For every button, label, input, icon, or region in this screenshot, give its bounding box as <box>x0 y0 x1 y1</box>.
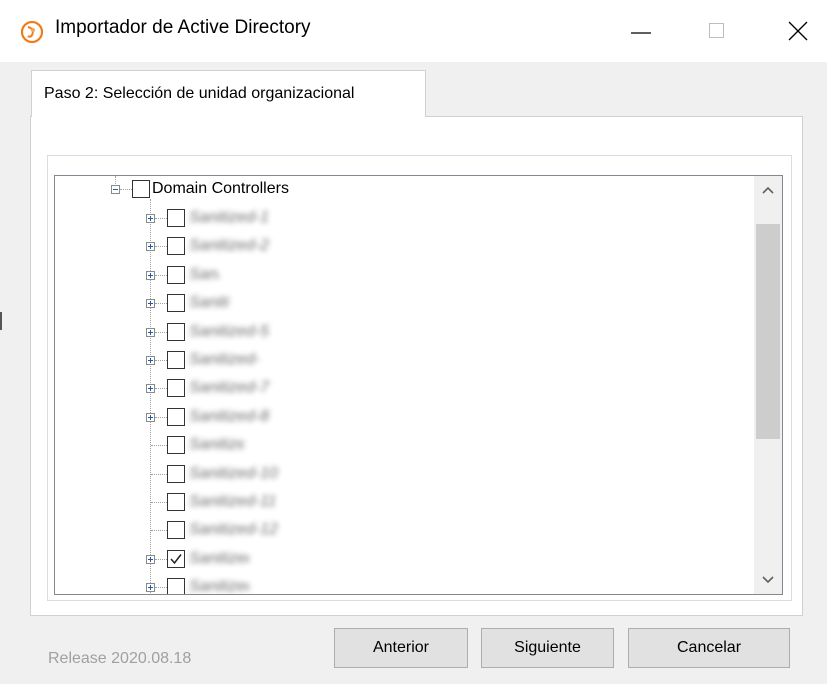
expand-icon[interactable] <box>146 356 155 365</box>
expand-icon[interactable] <box>146 242 155 251</box>
tree-line <box>155 388 167 389</box>
node-label: Sanitized-10 <box>189 465 278 482</box>
tab-step-2[interactable]: Paso 2: Selección de unidad organizacion… <box>31 70 426 117</box>
minimize-icon <box>631 32 651 34</box>
close-button[interactable] <box>767 0 827 62</box>
tree-line <box>151 502 167 503</box>
node-checkbox[interactable] <box>167 266 185 284</box>
node-checkbox[interactable] <box>167 237 185 255</box>
node-label: Sanitized-8 <box>189 408 270 425</box>
node-checkbox[interactable] <box>167 294 185 312</box>
tree-line <box>155 417 167 418</box>
chevron-down-icon <box>762 576 774 584</box>
expand-icon[interactable] <box>146 299 155 308</box>
close-icon <box>788 21 808 41</box>
scroll-down-button[interactable] <box>754 566 782 594</box>
node-label: Sanitized-12 <box>189 521 278 538</box>
node-checkbox[interactable] <box>167 436 185 454</box>
node-label: Sanitized-1 <box>189 209 270 226</box>
node-label: Sanitized-6 <box>189 351 259 368</box>
tree-line <box>155 587 167 588</box>
maximize-button[interactable] <box>686 0 746 62</box>
node-label: Sanitized-7 <box>189 379 270 396</box>
node-checkbox[interactable] <box>167 209 185 227</box>
tree-line <box>150 199 151 594</box>
tree-line <box>155 246 167 247</box>
tree-line <box>120 189 132 190</box>
ou-tree-view[interactable]: Domain Controllers Sanitized-1 Sanitized-… <box>54 175 783 595</box>
expand-icon[interactable] <box>146 555 155 564</box>
node-label-domain-controllers: Domain Controllers <box>152 180 289 197</box>
release-version: Release 2020.08.18 <box>48 650 192 667</box>
checkmark-icon <box>170 554 182 565</box>
tree-line <box>155 559 167 560</box>
node-checkbox[interactable] <box>167 323 185 341</box>
node-checkbox[interactable] <box>167 379 185 397</box>
node-label: Sanitized-13 <box>189 550 249 567</box>
node-label: Sanitized-11 <box>189 493 274 510</box>
node-checkbox[interactable] <box>167 550 185 568</box>
tree-content: Domain Controllers Sanitized-1 Sanitized-… <box>55 176 755 595</box>
node-label: Sanitized-2 <box>189 237 270 254</box>
node-checkbox[interactable] <box>167 465 185 483</box>
next-button[interactable]: Siguiente <box>481 628 614 668</box>
expand-icon[interactable] <box>146 583 155 592</box>
node-checkbox[interactable] <box>167 578 185 594</box>
tree-line <box>151 445 167 446</box>
scroll-thumb[interactable] <box>756 224 780 439</box>
expand-icon[interactable] <box>146 271 155 280</box>
node-checkbox[interactable] <box>167 351 185 369</box>
node-label: Sanitized-5 <box>189 323 270 340</box>
tree-line <box>151 530 167 531</box>
cancel-button[interactable]: Cancelar <box>628 628 790 668</box>
checkbox-domain-controllers[interactable] <box>132 180 150 198</box>
collapse-icon[interactable] <box>111 185 120 194</box>
title-bar: Importador de Active Directory <box>0 0 827 62</box>
tree-line <box>155 218 167 219</box>
tree-line <box>155 332 167 333</box>
tree-line <box>155 303 167 304</box>
maximize-icon <box>709 23 724 38</box>
node-checkbox[interactable] <box>167 521 185 539</box>
chevron-up-icon <box>762 186 774 194</box>
vertical-scrollbar[interactable] <box>754 176 782 594</box>
node-label: Sanitized-9 <box>189 436 244 453</box>
tree-line <box>155 360 167 361</box>
expand-icon[interactable] <box>146 214 155 223</box>
previous-button[interactable]: Anterior <box>334 628 468 668</box>
tree-line <box>155 275 167 276</box>
node-checkbox[interactable] <box>167 493 185 511</box>
expand-icon[interactable] <box>146 384 155 393</box>
expand-icon[interactable] <box>146 328 155 337</box>
minimize-button[interactable] <box>610 0 670 62</box>
node-label: Sanitized-3 <box>189 266 219 283</box>
window-title: Importador de Active Directory <box>55 17 311 38</box>
app-logo-icon <box>20 20 44 44</box>
expand-icon[interactable] <box>146 413 155 422</box>
tab-label: Paso 2: Selección de unidad organizacion… <box>44 85 355 102</box>
node-label: Sanitized-14 <box>189 578 249 595</box>
window-edge-mark <box>0 312 2 330</box>
node-label: Sanitized-4 <box>189 294 229 311</box>
tree-line <box>151 474 167 475</box>
scroll-up-button[interactable] <box>754 176 782 204</box>
node-checkbox[interactable] <box>167 408 185 426</box>
